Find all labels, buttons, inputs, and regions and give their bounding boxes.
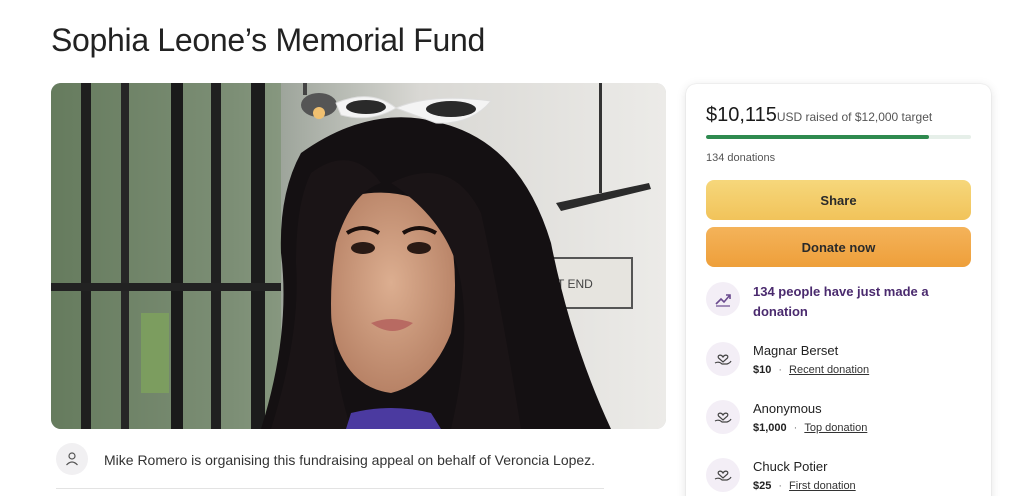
organiser-text: Mike Romero is organising this fundraisi…: [104, 452, 596, 468]
donate-now-button[interactable]: Donate now: [706, 227, 971, 267]
donations-count: 134 donations: [706, 152, 776, 164]
raised-target: USD raised of $12,000 target: [776, 110, 933, 124]
donation-hand-heart-icon: [706, 458, 740, 492]
donor-amount: $25: [753, 480, 772, 492]
first-donation-link[interactable]: First donation: [789, 480, 856, 492]
donation-hand-heart-icon: [706, 342, 740, 376]
donor-amount: $1,000: [753, 422, 787, 434]
donor-item: Anonymous $1,000 · Top donation: [706, 400, 971, 436]
separator-dot: ·: [793, 422, 798, 434]
progress-fill: [706, 135, 930, 139]
recent-donation-link[interactable]: Recent donation: [789, 364, 869, 376]
trend-text: 134 people have just made a donation: [753, 284, 929, 319]
donor-item: Chuck Potier $25 · First donation: [706, 458, 971, 494]
donor-name: Chuck Potier: [753, 459, 828, 474]
separator-dot: ·: [778, 364, 783, 376]
progress-bar: [706, 135, 971, 139]
donor-amount: $10: [753, 364, 772, 376]
top-donation-link[interactable]: Top donation: [804, 422, 867, 434]
donor-name: Magnar Berset: [753, 343, 839, 358]
donor-name: Anonymous: [753, 401, 822, 416]
user-avatar-icon: [56, 443, 88, 475]
donation-trend: 134 people have just made a donation: [706, 282, 971, 322]
page-title: Sophia Leone’s Memorial Fund: [51, 22, 485, 58]
donor-item: Magnar Berset $10 · Recent donation: [706, 342, 971, 378]
hero-photo: EST END: [51, 83, 666, 429]
donation-hand-heart-icon: [706, 400, 740, 434]
raised-summary: $10,115USD raised of $12,000 target: [706, 104, 932, 127]
trending-up-icon: [706, 282, 740, 316]
donation-panel: $10,115USD raised of $12,000 target 134 …: [686, 84, 991, 496]
share-button[interactable]: Share: [706, 180, 971, 220]
raised-amount: $10,115: [706, 104, 777, 126]
divider: [56, 488, 604, 489]
organiser-row: Mike Romero is organising this fundraisi…: [56, 443, 604, 491]
separator-dot: ·: [778, 480, 783, 492]
